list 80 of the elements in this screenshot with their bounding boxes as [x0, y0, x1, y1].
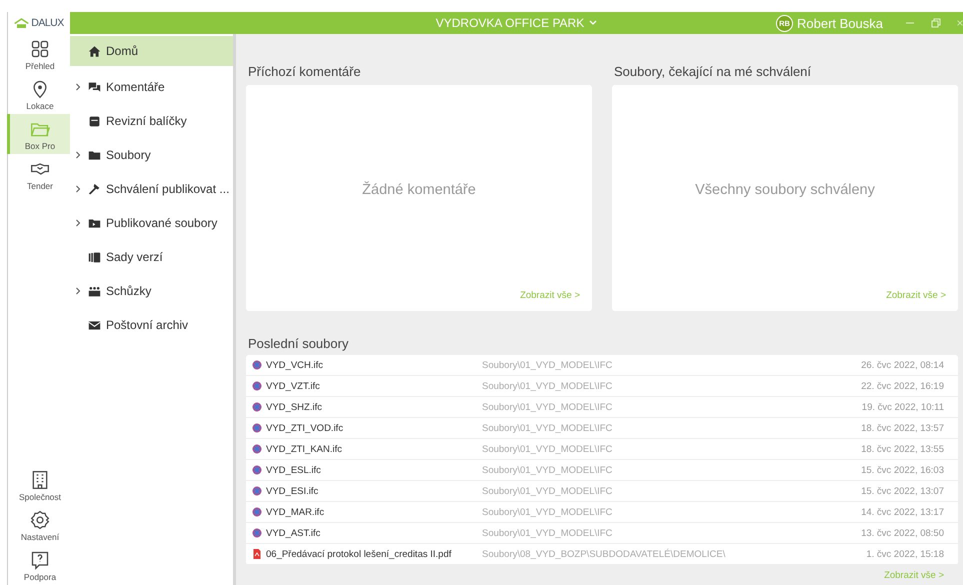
- file-date: 15. čvc 2022, 16:03: [861, 464, 944, 476]
- stack-icon: [88, 250, 101, 264]
- hammer-icon: [88, 182, 101, 196]
- settings-icon: [30, 510, 50, 530]
- model-file-icon: [252, 360, 262, 370]
- file-name[interactable]: VYD_ZTI_VOD.ifc: [266, 422, 344, 434]
- folder-arrow-icon: [88, 216, 101, 230]
- empty-message: Všechny soubory schváleny: [695, 182, 875, 198]
- nav-item[interactable]: Poštovní archiv: [70, 308, 233, 342]
- rail-item[interactable]: Tender: [7, 154, 70, 194]
- section-title: Poslední soubory: [247, 335, 350, 353]
- model-file-icon: [252, 381, 262, 391]
- file-path: Soubory\01_VYD_MODEL\IFC: [482, 464, 612, 476]
- nav-item[interactable]: Publikované soubory: [70, 206, 233, 240]
- caret-icon[interactable]: [74, 83, 82, 91]
- file-date: 18. čvc 2022, 13:55: [861, 444, 944, 454]
- file-name[interactable]: VYD_ESI.ifc: [266, 486, 318, 496]
- nav-item[interactable]: Komentáře: [70, 70, 233, 104]
- caret-icon[interactable]: [74, 219, 82, 227]
- nav-item[interactable]: Revizní balíčky: [70, 104, 233, 138]
- model-file-icon: [252, 465, 262, 475]
- nav-item[interactable]: Domů: [70, 36, 233, 66]
- file-path: Soubory\08_VYD_BOZP\SUBDODAVATELÉ\DEMOLICE\: [482, 548, 726, 560]
- model-file-icon: [252, 402, 262, 412]
- file-path: Soubory\01_VYD_MODEL\IFC: [482, 402, 612, 412]
- folder-icon: [88, 148, 101, 162]
- file-name[interactable]: VYD_VZT.ifc: [266, 380, 320, 392]
- file-date: 1. čvc 2022, 15:18: [866, 548, 944, 560]
- file-date: 15. čvc 2022, 13:07: [861, 486, 944, 496]
- model-file-icon: [252, 423, 262, 433]
- file-date: 18. čvc 2022, 13:57: [861, 422, 944, 434]
- pdf-file-icon: [252, 549, 262, 559]
- home-icon: [88, 44, 101, 58]
- file-date: 19. čvc 2022, 10:11: [862, 402, 944, 412]
- model-file-icon: [252, 486, 262, 496]
- file-name[interactable]: VYD_MAR.ifc: [266, 506, 324, 518]
- building-icon: [30, 470, 50, 490]
- file-name[interactable]: VYD_AST.ifc: [266, 528, 320, 538]
- nav-item[interactable]: Schválení publikovat ...: [70, 172, 233, 206]
- file-name[interactable]: VYD_SHZ.ifc: [266, 402, 322, 412]
- file-path: Soubory\01_VYD_MODEL\IFC: [482, 380, 612, 392]
- rail-item[interactable]: Lokace: [7, 74, 70, 114]
- caret-icon[interactable]: [74, 185, 82, 193]
- file-date: 22. čvc 2022, 16:19: [861, 380, 944, 392]
- file-date: 13. čvc 2022, 08:50: [861, 528, 944, 538]
- file-date: 26. čvc 2022, 08:14: [861, 360, 944, 370]
- nav-item[interactable]: Soubory: [70, 138, 233, 172]
- panel-title: Soubory, čekající na mé schválení: [613, 64, 812, 81]
- rail-item[interactable]: Podpora: [7, 545, 70, 585]
- rail-item[interactable]: Box Pro: [7, 114, 70, 154]
- file-path: Soubory\01_VYD_MODEL\IFC: [482, 486, 612, 496]
- file-path: Soubory\01_VYD_MODEL\IFC: [482, 422, 612, 434]
- file-path: Soubory\01_VYD_MODEL\IFC: [482, 444, 612, 454]
- model-file-icon: [252, 528, 262, 538]
- file-name[interactable]: VYD_VCH.ifc: [266, 360, 324, 370]
- caret-icon[interactable]: [74, 287, 82, 295]
- empty-message: Žádné komentáře: [362, 182, 476, 198]
- comments-icon: [88, 80, 101, 94]
- people-icon: [88, 284, 101, 298]
- rail-item[interactable]: Společnost: [7, 465, 70, 505]
- file-name[interactable]: VYD_ZTI_KAN.ifc: [266, 444, 342, 454]
- nav-item[interactable]: Sady verzí: [70, 240, 233, 274]
- model-file-icon: [252, 507, 262, 517]
- file-name[interactable]: VYD_ESL.ifc: [266, 464, 321, 476]
- file-path: Soubory\01_VYD_MODEL\IFC: [482, 360, 612, 370]
- archive-box-icon: [88, 114, 101, 128]
- file-path: Soubory\01_VYD_MODEL\IFC: [482, 528, 612, 538]
- rail-item[interactable]: Nastavení: [7, 505, 70, 545]
- nav-item[interactable]: Schůzky: [70, 274, 233, 308]
- file-name[interactable]: 06_Předávací protokol lešení_creditas II.pdf: [266, 548, 452, 560]
- envelope-icon: [88, 318, 101, 332]
- panel-title: Příchozí komentáře: [247, 64, 362, 81]
- help-icon: [30, 550, 50, 570]
- model-file-icon: [252, 444, 262, 454]
- logo: DALUX: [8, 12, 70, 34]
- grid-icon: [30, 39, 50, 59]
- rail-item[interactable]: Přehled: [7, 34, 70, 74]
- file-date: 14. čvc 2022, 13:17: [861, 506, 944, 518]
- file-path: Soubory\01_VYD_MODEL\IFC: [482, 506, 612, 518]
- caret-icon[interactable]: [74, 151, 82, 159]
